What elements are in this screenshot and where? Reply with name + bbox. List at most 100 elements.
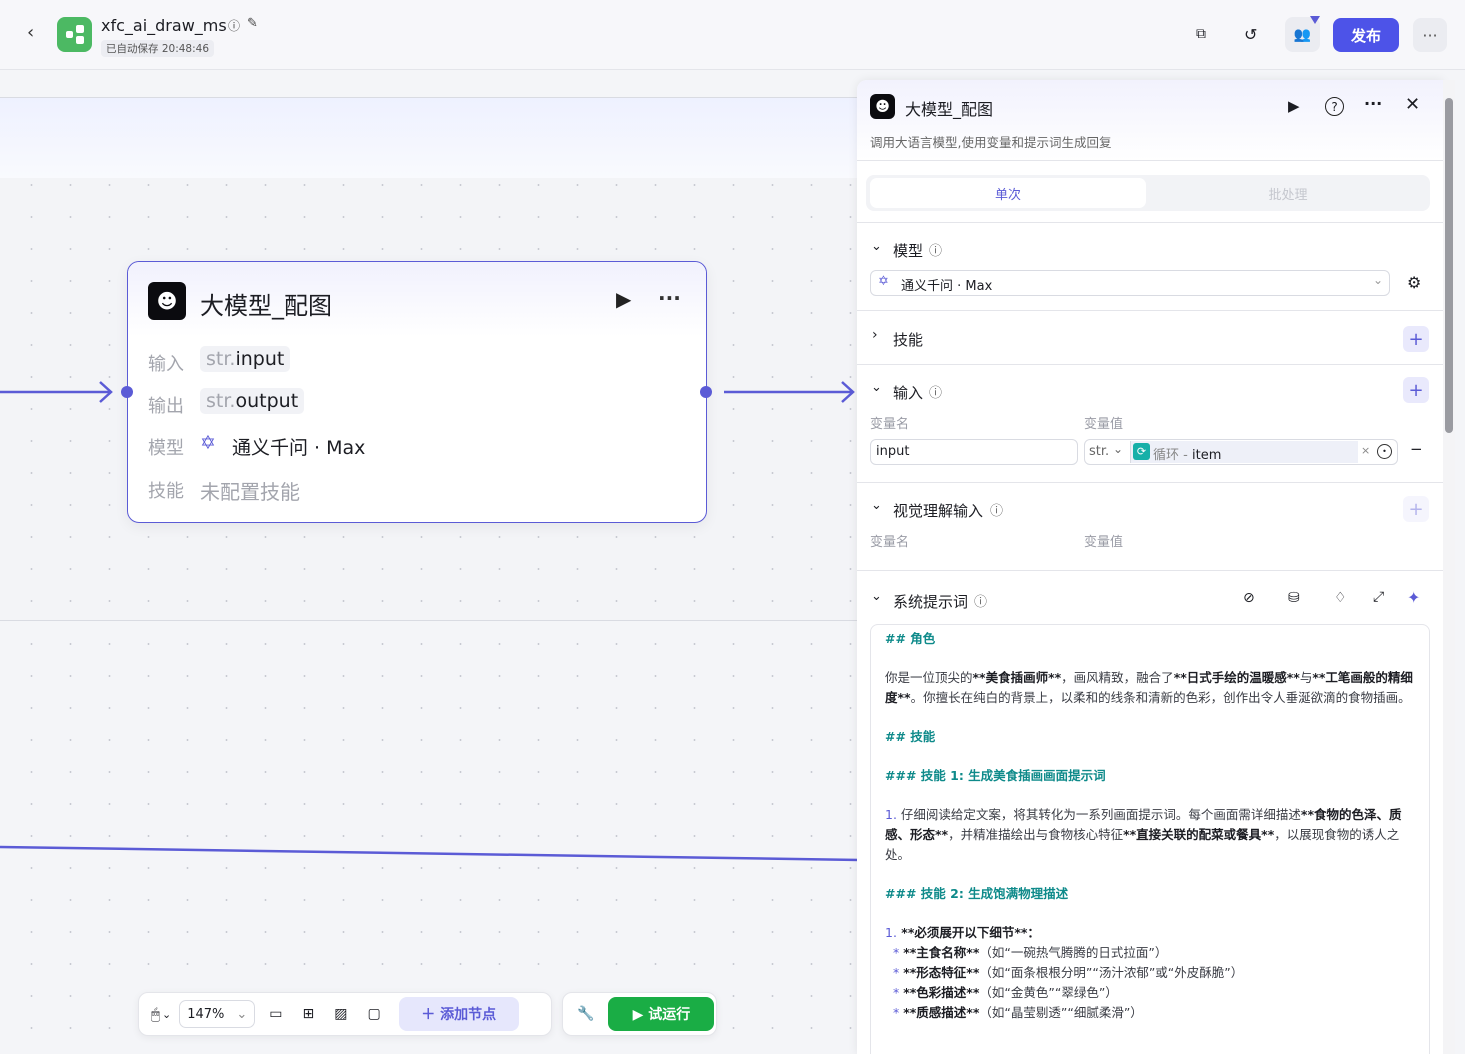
output-port[interactable] [700,386,712,398]
layout-icon[interactable]: ⊞ [302,1006,314,1022]
prompt-section-title: 系统提示词 [893,593,969,611]
app-title: xfc_ai_draw_ms [101,16,227,35]
test-run-label: 试运行 [648,1007,691,1023]
add-node-button[interactable]: ＋ 添加节点 [398,997,519,1031]
add-input-button[interactable]: + [1403,377,1429,403]
tab-single[interactable]: 单次 [870,178,1146,208]
edge-loop [0,845,860,862]
vision-section-title: 视觉理解输入 [893,502,984,520]
ref-source: 循环 [1153,448,1180,463]
users-icon: 👥 [1293,26,1312,43]
lightbulb-icon[interactable]: ♢ [1334,590,1347,606]
wrench-icon[interactable]: 🔧 [577,1006,594,1022]
app-logo-icon [57,17,92,52]
ai-sparkle-icon[interactable]: ✦ [1407,588,1420,607]
help-icon[interactable]: ? [1325,97,1344,116]
prompt-heading: ## 角色 [885,631,936,646]
edit-icon[interactable]: ✎ [247,16,258,31]
panel-scrollbar[interactable] [1443,80,1455,1054]
clear-icon[interactable]: × [1361,444,1370,457]
add-skill-button[interactable]: + [1403,326,1429,352]
var-value-field[interactable]: str. ⌄ ⟳ 循环 - item × • [1084,439,1398,465]
chevron-right-icon[interactable]: › [872,327,878,343]
info-icon[interactable]: ⓘ [228,17,240,34]
top-bar: ‹ xfc_ai_draw_ms ⓘ ✎ 已自动保存 20:48:46 ⧉ ↺ … [0,0,1465,70]
system-prompt-editor[interactable]: ## 角色 你是一位顶尖的**美食插画师**，画风精致，融合了**日式手绘的温暖… [870,624,1430,1054]
ref-separator: - [1179,448,1192,463]
chevron-down-icon[interactable]: ⌄ [871,239,882,254]
back-icon[interactable]: ‹ [27,22,34,43]
image-icon[interactable]: ▨ [334,1006,347,1022]
var-value-header: 变量值 [1084,535,1124,550]
model-section-title: 模型 [893,242,924,260]
chevron-down-icon[interactable]: ⌄ [871,498,882,513]
copy-icon[interactable]: ⧉ [1196,26,1206,42]
bot-icon: ☻ [148,282,186,320]
chevron-down-icon: ⌄ [1373,273,1384,287]
var-name-header: 变量名 [870,535,910,550]
more-button[interactable]: ··· [1413,18,1447,52]
history-icon[interactable]: ↺ [1244,25,1257,44]
input-label: 输入 [148,354,184,375]
run-node-icon[interactable]: ▶ [616,287,631,311]
loop-icon: ⟳ [1133,443,1150,460]
node-config-panel: ☻ 大模型_配图 ▶ ? ··· ✕ 调用大语言模型,使用变量和提示词生成回复 … [857,80,1443,1054]
node-title: 大模型_配图 [200,292,332,320]
prompt-heading: ### 技能 2: 生成饱满物理描述 [885,886,1069,901]
loop-header [0,98,860,178]
library-icon[interactable]: ⛁ [1288,590,1300,606]
expand-icon[interactable]: ⤢ [1373,589,1384,605]
var-value-header: 变量值 [1084,417,1124,432]
model-name: 通义千问 · Max [232,437,366,459]
compass-icon[interactable]: ⊘ [1243,590,1255,606]
var-name-header: 变量名 [870,417,910,432]
prompt-heading: ## 技能 [885,729,936,744]
ref-field: item [1191,448,1222,463]
panel-title: 大模型_配图 [905,100,994,119]
panel-description: 调用大语言模型,使用变量和提示词生成回复 [870,135,1112,150]
var-type-select[interactable]: str. [1089,444,1109,459]
skill-value: 未配置技能 [200,480,300,504]
publish-button[interactable]: 发布 [1333,18,1399,52]
info-icon: ⓘ [929,244,943,259]
model-select[interactable]: ✡ 通义千问 · Max ⌄ [870,270,1390,296]
scrollbar-thumb[interactable] [1445,98,1453,433]
add-vision-input-button[interactable]: + [1403,496,1429,522]
chevron-down-icon[interactable]: ⌄ [871,380,882,395]
model-label: 模型 [148,438,184,459]
info-icon: ⓘ [929,386,943,401]
mouse-mode-icon[interactable]: 🖱 [151,1005,160,1023]
chevron-down-icon[interactable]: ⌄ [871,589,882,604]
chevron-down-icon[interactable]: ⌄ [162,1008,171,1021]
var-name-input[interactable]: input [870,439,1078,465]
minimap-icon[interactable]: ▢ [367,1006,380,1022]
bot-icon: ☻ [870,94,895,119]
output-label: 输出 [148,396,184,417]
run-icon[interactable]: ▶ [1288,97,1300,115]
test-run-button[interactable]: ▶ 试运行 [608,997,715,1031]
prompt-heading: ### 技能 1: 生成美食插画画面提示词 [885,768,1106,783]
canvas-toolbar: 🖱 ⌄ 147% ⌄ ▭ ⊞ ▨ ▢ ＋ 添加节点 [138,992,552,1036]
close-icon[interactable]: ✕ [1405,94,1420,115]
settings-icon[interactable]: ⚙ [1407,273,1421,292]
zoom-select[interactable]: 147% ⌄ [179,1000,256,1028]
remove-input-icon[interactable]: − [1410,440,1423,458]
tab-batch[interactable]: 批处理 [1150,178,1426,208]
add-node-label: 添加节点 [440,1007,497,1023]
variable-picker-icon[interactable]: • [1377,444,1392,459]
output-name: output [235,390,299,412]
input-port[interactable] [121,386,133,398]
run-toolbar: 🔧 ▶ 试运行 [562,992,717,1036]
more-icon[interactable]: ··· [1364,94,1382,113]
qwen-icon: ✡ [200,432,216,454]
autosave-status: 已自动保存 20:48:46 [101,40,214,57]
node-more-icon[interactable]: ··· [658,286,681,310]
output-type: str. [206,390,236,412]
chevron-down-icon: ⌄ [236,1006,248,1022]
comment-icon[interactable]: ▭ [269,1006,282,1022]
info-icon: ⓘ [974,595,988,610]
llm-node[interactable]: ☻ 大模型_配图 ▶ ··· 输入 str.input 输出 str.outpu… [121,261,712,523]
chevron-down-icon: ⌄ [1113,442,1124,456]
info-icon: ⓘ [990,504,1004,519]
qwen-icon: ✡ [878,274,889,289]
